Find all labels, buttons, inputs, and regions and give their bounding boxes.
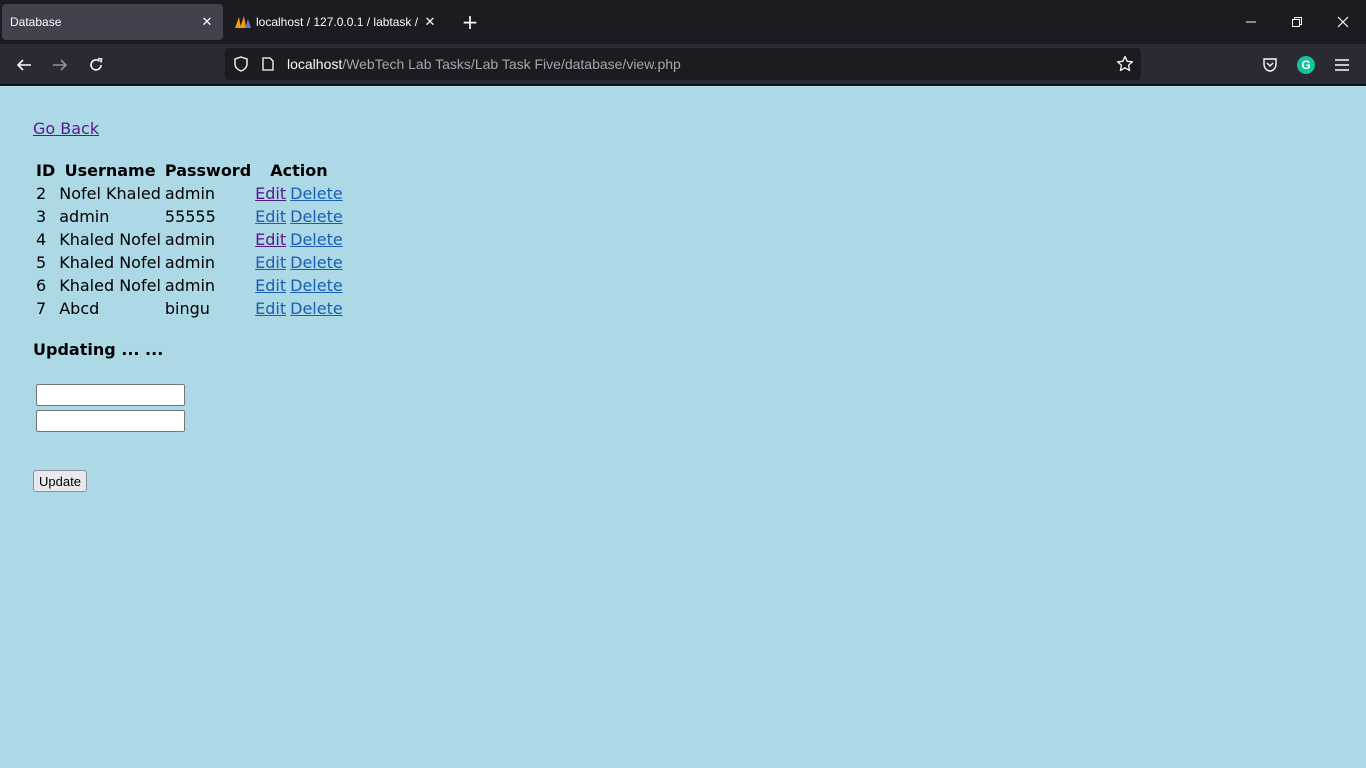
bookmark-star-icon[interactable]	[1109, 55, 1141, 73]
table-row: 5 Khaled Nofel admin Edit Delete	[35, 252, 344, 273]
cell-username: Khaled Nofel	[59, 276, 161, 295]
cell-username: Khaled Nofel	[59, 253, 161, 272]
cell-password: bingu	[164, 299, 210, 318]
cell-id: 6	[36, 276, 47, 295]
tab-title: Database	[10, 15, 62, 29]
minimize-icon[interactable]	[1228, 0, 1274, 44]
table-row: 3 admin 55555 Edit Delete	[35, 206, 344, 227]
cell-id: 5	[36, 253, 47, 272]
column-header-id: ID	[36, 161, 56, 180]
cell-id: 7	[36, 299, 47, 318]
cell-password: admin	[164, 253, 216, 272]
go-back-link[interactable]: Go Back	[33, 119, 99, 138]
forward-arrow-icon[interactable]	[45, 50, 75, 80]
cell-username: Abcd	[59, 299, 100, 318]
pocket-icon[interactable]	[1255, 50, 1285, 80]
delete-link[interactable]: Delete	[290, 207, 343, 226]
cell-id: 2	[36, 184, 47, 203]
tab-phpmyadmin[interactable]: localhost / 127.0.0.1 / labtask / u ✕	[228, 4, 446, 40]
table-row: 6 Khaled Nofel admin Edit Delete	[35, 275, 344, 296]
cell-id: 4	[36, 230, 47, 249]
password-field[interactable]	[36, 410, 185, 432]
tab-title: localhost / 127.0.0.1 / labtask / u	[256, 15, 418, 29]
page-content: Go Back ID Username Password Action 2 No…	[0, 86, 1366, 768]
edit-link[interactable]: Edit	[255, 299, 286, 318]
delete-link[interactable]: Delete	[290, 253, 343, 272]
delete-link[interactable]: Delete	[290, 230, 343, 249]
table-header-row: ID Username Password Action	[35, 160, 344, 181]
table-row: 2 Nofel Khaled admin Edit Delete	[35, 183, 344, 204]
close-tab-icon[interactable]: ✕	[418, 10, 442, 34]
tab-database[interactable]: Database ✕	[2, 4, 223, 40]
reload-icon[interactable]	[81, 50, 111, 80]
address-bar[interactable]: localhost/WebTech Lab Tasks/Lab Task Fiv…	[225, 48, 1141, 80]
back-arrow-icon[interactable]	[9, 50, 39, 80]
navigation-toolbar: localhost/WebTech Lab Tasks/Lab Task Fiv…	[0, 44, 1366, 85]
new-tab-icon[interactable]: +	[456, 8, 484, 36]
cell-password: 55555	[164, 207, 216, 226]
restore-icon[interactable]	[1274, 0, 1320, 44]
edit-link[interactable]: Edit	[255, 230, 286, 249]
tab-strip: Database ✕ localhost / 127.0.0.1 / labta…	[0, 0, 1366, 44]
column-header-action: Action	[270, 161, 328, 180]
cell-username: Nofel Khaled	[59, 184, 161, 203]
cell-id: 3	[36, 207, 47, 226]
close-window-icon[interactable]	[1320, 0, 1366, 44]
page-info-icon[interactable]	[257, 57, 279, 71]
cell-password: admin	[164, 230, 216, 249]
delete-link[interactable]: Delete	[290, 184, 343, 203]
grammarly-icon[interactable]: G	[1291, 50, 1321, 80]
edit-link[interactable]: Edit	[255, 276, 286, 295]
delete-link[interactable]: Delete	[290, 276, 343, 295]
close-tab-icon[interactable]: ✕	[195, 10, 219, 34]
updating-heading: Updating ... ...	[33, 340, 164, 359]
cell-username: admin	[59, 207, 110, 226]
edit-link[interactable]: Edit	[255, 207, 286, 226]
edit-link[interactable]: Edit	[255, 184, 286, 203]
phpmyadmin-icon	[234, 13, 252, 31]
edit-link[interactable]: Edit	[255, 253, 286, 272]
table-row: 4 Khaled Nofel admin Edit Delete	[35, 229, 344, 250]
url-host: localhost	[287, 56, 343, 72]
url-text[interactable]: localhost/WebTech Lab Tasks/Lab Task Fiv…	[279, 56, 681, 72]
table-row: 7 Abcd bingu Edit Delete	[35, 298, 344, 319]
column-header-username: Username	[64, 161, 156, 180]
users-table: ID Username Password Action 2 Nofel Khal…	[33, 158, 346, 321]
delete-link[interactable]: Delete	[290, 299, 343, 318]
url-path: /WebTech Lab Tasks/Lab Task Five/databas…	[342, 56, 681, 72]
column-header-password: Password	[164, 161, 252, 180]
update-button[interactable]: Update	[33, 470, 87, 492]
shield-icon[interactable]	[225, 56, 257, 72]
username-field[interactable]	[36, 384, 185, 406]
cell-username: Khaled Nofel	[59, 230, 161, 249]
cell-password: admin	[164, 276, 216, 295]
cell-password: admin	[164, 184, 216, 203]
menu-hamburger-icon[interactable]	[1327, 50, 1357, 80]
